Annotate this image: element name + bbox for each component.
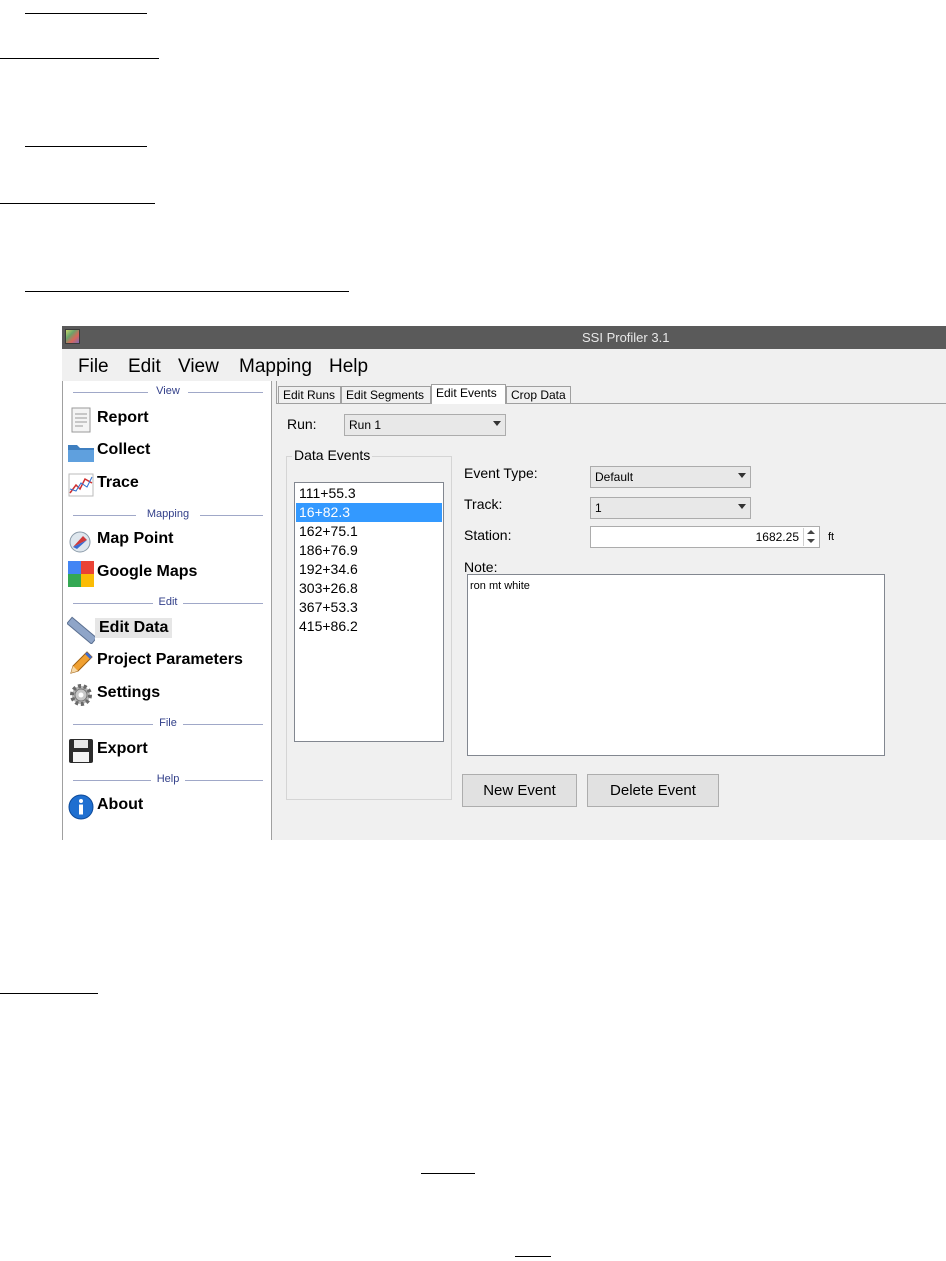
- run-select[interactable]: Run 1: [344, 414, 506, 436]
- event-type-label: Event Type:: [464, 465, 538, 481]
- section-header-help: Help: [73, 773, 263, 787]
- sidebar-item-google-maps[interactable]: Google Maps: [65, 558, 265, 588]
- floppy-icon: [69, 739, 93, 763]
- menu-view[interactable]: View: [178, 356, 219, 378]
- menu-edit[interactable]: Edit: [128, 356, 161, 378]
- ruler-icon: [67, 616, 95, 644]
- list-item[interactable]: 367+53.3: [296, 598, 442, 617]
- sidebar-item-settings[interactable]: Settings: [65, 679, 265, 709]
- note-label: Note:: [464, 559, 498, 575]
- note-textarea[interactable]: ron mt white: [467, 574, 885, 756]
- station-stepper[interactable]: 1682.25: [590, 526, 820, 548]
- station-unit: ft: [828, 531, 835, 543]
- section-header-edit: Edit: [73, 596, 263, 610]
- section-header-file: File: [73, 717, 263, 731]
- sidebar-item-project-parameters[interactable]: Project Parameters: [65, 646, 265, 676]
- list-item[interactable]: 415+86.2: [296, 617, 442, 636]
- section-header-view: View: [73, 385, 263, 399]
- data-events-title: Data Events: [292, 447, 373, 463]
- compass-icon: [69, 531, 91, 553]
- doc-underline-5: [25, 291, 349, 292]
- chart-icon: [68, 473, 94, 497]
- list-item[interactable]: 192+34.6: [296, 560, 442, 579]
- report-icon: [71, 407, 91, 433]
- google-maps-icon: [68, 561, 94, 587]
- chevron-down-icon: [738, 473, 746, 478]
- sidebar-item-about[interactable]: About: [65, 791, 265, 821]
- list-item[interactable]: 162+75.1: [296, 522, 442, 541]
- spin-up-icon[interactable]: [807, 530, 815, 534]
- sidebar-item-report[interactable]: Report: [65, 404, 265, 434]
- track-select[interactable]: 1: [590, 497, 751, 519]
- run-label: Run:: [287, 416, 317, 432]
- list-item[interactable]: 303+26.8: [296, 579, 442, 598]
- doc-underline-3: [25, 146, 147, 147]
- data-events-list[interactable]: 111+55.3 16+82.3 162+75.1 186+76.9 192+3…: [294, 482, 444, 742]
- menu-mapping[interactable]: Mapping: [239, 356, 312, 378]
- list-item[interactable]: 16+82.3: [296, 503, 442, 522]
- section-header-mapping: Mapping: [73, 508, 263, 522]
- title-bar: SSI Profiler 3.1: [62, 326, 946, 349]
- info-icon: [68, 794, 94, 820]
- delete-event-button[interactable]: Delete Event: [587, 774, 719, 807]
- doc-underline-1: [25, 13, 147, 14]
- spin-buttons[interactable]: [803, 528, 818, 546]
- event-type-select[interactable]: Default: [590, 466, 751, 488]
- window-title: SSI Profiler 3.1: [582, 330, 670, 345]
- doc-underline-2: [0, 58, 159, 59]
- doc-underline-4: [0, 203, 155, 204]
- track-label: Track:: [464, 496, 503, 512]
- gear-icon: [70, 684, 92, 706]
- list-item[interactable]: 111+55.3: [296, 484, 442, 503]
- tab-edit-segments[interactable]: Edit Segments: [341, 386, 431, 403]
- tab-crop-data[interactable]: Crop Data: [506, 386, 571, 403]
- sidebar-item-trace[interactable]: Trace: [65, 469, 265, 499]
- doc-underline-7: [421, 1173, 475, 1174]
- chevron-down-icon: [738, 504, 746, 509]
- tab-edit-runs[interactable]: Edit Runs: [278, 386, 341, 403]
- station-label: Station:: [464, 527, 512, 543]
- new-event-button[interactable]: New Event: [462, 774, 577, 807]
- pencil-icon: [70, 651, 93, 674]
- menu-file[interactable]: File: [78, 356, 109, 378]
- spin-down-icon[interactable]: [807, 539, 815, 543]
- tab-edit-events[interactable]: Edit Events: [431, 384, 506, 404]
- doc-underline-6: [0, 993, 98, 994]
- doc-underline-8: [515, 1256, 551, 1257]
- sidebar-item-map-point[interactable]: Map Point: [65, 525, 265, 555]
- folder-icon: [68, 445, 94, 462]
- chevron-down-icon: [493, 421, 501, 426]
- edit-events-tab-page: Run: Run 1 Data Events 111+55.3 16+82.3 …: [276, 403, 946, 840]
- sidebar-item-export[interactable]: Export: [65, 735, 265, 765]
- app-logo-icon: [65, 329, 80, 344]
- menu-help[interactable]: Help: [329, 356, 368, 378]
- list-item[interactable]: 186+76.9: [296, 541, 442, 560]
- menu-bar: File Edit View Mapping Help: [62, 349, 946, 381]
- sidebar: View Report Collect Trace Mapping Map Po…: [62, 381, 272, 840]
- app-window: SSI Profiler 3.1 File Edit View Mapping …: [62, 326, 946, 840]
- sidebar-item-edit-data[interactable]: Edit Data: [65, 614, 265, 644]
- sidebar-item-collect[interactable]: Collect: [65, 436, 265, 466]
